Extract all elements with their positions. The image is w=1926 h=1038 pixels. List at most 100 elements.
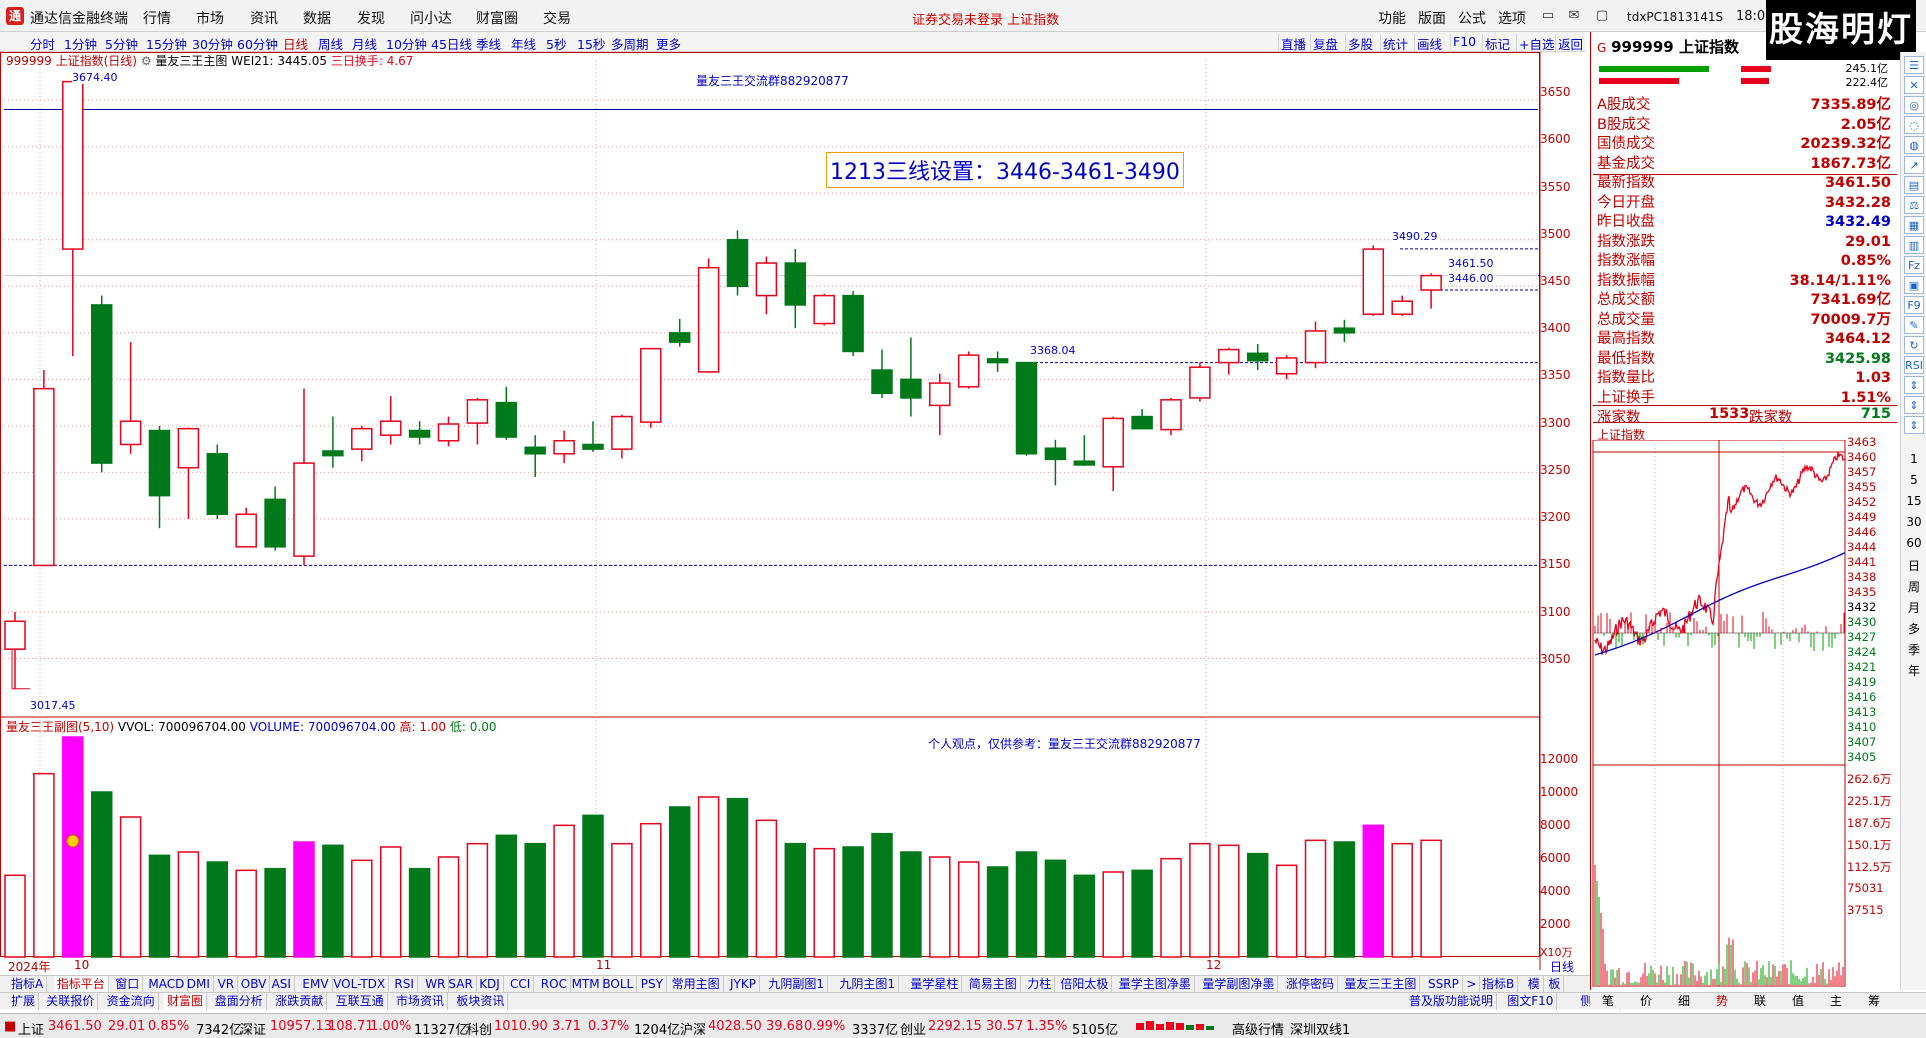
panel-tab[interactable]: 细 [1666, 993, 1702, 1010]
panel-tab[interactable]: 联 [1742, 993, 1778, 1010]
kline-chart-area[interactable]: 999999 上证指数(日线) ⚙ 量友三王主图 WEI21: 3445.05 … [0, 52, 1590, 974]
indicator-tab[interactable]: 窗口 [112, 976, 144, 993]
mail-icon[interactable]: ✉ [1566, 8, 1582, 24]
settings-icon[interactable]: ⚙ [141, 54, 152, 68]
indicator-tab[interactable]: 常用主图 [669, 976, 724, 993]
indicator-tab[interactable]: PSY [638, 976, 667, 993]
intraday-mini-chart[interactable] [1591, 440, 1846, 988]
period-fenshi[interactable]: 分时 [30, 34, 55, 53]
side-period-button[interactable]: 周 [1904, 578, 1924, 595]
add-watch-button[interactable]: +自选 [1516, 34, 1556, 53]
side-tool-icon[interactable]: ▦ [1904, 216, 1924, 234]
menu-zixun[interactable]: 资讯 [250, 8, 278, 28]
extension-tab[interactable]: 资金流向 [104, 993, 159, 1010]
indicator-tab[interactable]: 指标A [8, 976, 48, 993]
indicator-tab[interactable]: SSRP [1425, 976, 1463, 993]
side-tool-icon[interactable]: ↻ [1904, 336, 1924, 354]
indicator-tab[interactable]: 量学星柱 [907, 976, 963, 993]
extension-tab[interactable]: 普及版功能说明 [1406, 993, 1498, 1010]
extension-tab[interactable]: 市场资讯 [393, 993, 449, 1010]
menu-hangqing[interactable]: 行情 [143, 8, 171, 28]
monitor-icon[interactable]: ▢ [1594, 8, 1610, 24]
period-5min[interactable]: 5分钟 [105, 34, 138, 53]
period-5sec[interactable]: 5秒 [546, 34, 566, 53]
kline-chart[interactable] [0, 52, 1590, 970]
indicator-tab[interactable]: 简易主图 [966, 976, 1021, 993]
extension-tab[interactable]: 互联互通 [333, 993, 388, 1010]
indicator-tab[interactable]: VOL-TDX [330, 976, 390, 993]
extension-tab[interactable]: 扩展 [8, 993, 40, 1010]
side-tool-icon[interactable]: ◎ [1904, 96, 1924, 114]
menu-jiaoyi[interactable]: 交易 [543, 8, 571, 28]
side-tool-icon[interactable]: RSI [1904, 356, 1924, 374]
side-tool-icon[interactable]: ⇕ [1904, 396, 1924, 414]
side-tool-icon[interactable]: ☰ [1904, 56, 1924, 74]
menu-banmian[interactable]: 版面 [1418, 8, 1446, 28]
indicator-tab[interactable]: MTM [569, 976, 604, 993]
indicator-tab[interactable]: JYKP [727, 976, 760, 993]
indicator-tab[interactable]: 倍阳太极 [1057, 976, 1113, 993]
side-tool-icon[interactable]: ▣ [1904, 276, 1924, 294]
side-period-button[interactable]: 15 [1904, 494, 1924, 508]
side-period-button[interactable]: 30 [1904, 515, 1924, 529]
extension-tab[interactable]: 盘面分析 [212, 993, 267, 1010]
live-button[interactable]: 直播 [1278, 34, 1308, 53]
indicator-tab[interactable]: OBV [238, 976, 271, 993]
indicator-tab[interactable]: 模 [1525, 976, 1544, 993]
period-year[interactable]: 年线 [511, 34, 536, 53]
period-45day[interactable]: 45日线 [431, 34, 472, 53]
indicator-tab[interactable]: KDJ [476, 976, 504, 993]
side-tool-icon[interactable]: ▤ [1904, 176, 1924, 194]
panel-tab[interactable]: 主 [1818, 993, 1854, 1010]
period-multi[interactable]: 多周期 [611, 34, 649, 53]
panel-tab[interactable]: 笔 [1590, 993, 1626, 1010]
stats-button[interactable]: 统计 [1380, 34, 1410, 53]
replay-button[interactable]: 复盘 [1310, 34, 1340, 53]
indicator-tab[interactable]: VR [215, 976, 239, 993]
indicator-tab[interactable]: 九阴副图1 [765, 976, 829, 993]
menu-shichang[interactable]: 市场 [196, 8, 224, 28]
extension-tab[interactable]: 财富圈 [164, 993, 208, 1010]
period-more[interactable]: 更多 [656, 34, 681, 53]
indicator-tab[interactable]: CCI [507, 976, 535, 993]
extension-tab[interactable]: 涨跌贡献 [272, 993, 328, 1010]
indicator-tab[interactable]: 量学主图净墨 [1116, 976, 1195, 993]
side-tool-icon[interactable]: ✕ [1904, 76, 1924, 94]
indicator-tab[interactable]: 指标平台 [53, 976, 109, 993]
extension-tab[interactable]: 板块资讯 [453, 993, 509, 1010]
side-period-button[interactable]: 多 [1904, 620, 1924, 637]
indicator-tab[interactable]: EMV [299, 976, 333, 993]
indicator-tab[interactable]: RSI [391, 976, 418, 993]
side-tool-icon[interactable]: ⚖ [1904, 196, 1924, 214]
multi-stock-button[interactable]: 多股 [1345, 34, 1375, 53]
mark-button[interactable]: 标记 [1482, 34, 1512, 53]
period-10min[interactable]: 10分钟 [386, 34, 427, 53]
period-60min[interactable]: 60分钟 [237, 34, 278, 53]
menu-wenxiaoda[interactable]: 问小达 [410, 8, 452, 28]
back-button[interactable]: 返回 [1555, 34, 1585, 53]
indicator-tab[interactable]: BOLL [599, 976, 638, 993]
draw-line-button[interactable]: 画线 [1414, 34, 1444, 53]
panel-tab[interactable]: 筹 [1856, 993, 1892, 1010]
minimize-icon[interactable]: ▭ [1540, 8, 1556, 24]
f10-button[interactable]: F10 [1450, 34, 1478, 49]
side-tool-icon[interactable]: ✎ [1904, 316, 1924, 334]
indicator-tab[interactable]: 九阴主图1 [836, 976, 900, 993]
extension-tab[interactable]: 关联报价 [43, 993, 99, 1010]
period-15min[interactable]: 15分钟 [146, 34, 187, 53]
menu-shuju[interactable]: 数据 [303, 8, 331, 28]
side-tool-icon[interactable]: ◍ [1904, 136, 1924, 154]
side-tool-icon[interactable]: ◌ [1904, 116, 1924, 134]
side-period-button[interactable]: 1 [1904, 452, 1924, 466]
side-period-button[interactable]: 60 [1904, 536, 1924, 550]
side-period-button[interactable]: 月 [1904, 599, 1924, 616]
period-30min[interactable]: 30分钟 [192, 34, 233, 53]
menu-caifuquan[interactable]: 财富圈 [476, 8, 518, 28]
period-season[interactable]: 季线 [476, 34, 501, 53]
menu-faxian[interactable]: 发现 [357, 8, 385, 28]
menu-gongneng[interactable]: 功能 [1378, 8, 1406, 28]
side-tool-icon[interactable]: ⇕ [1904, 416, 1924, 434]
indicator-tab[interactable]: 量友三王主图 [1341, 976, 1421, 993]
extension-tab[interactable]: 图文F10 [1504, 993, 1558, 1010]
panel-tab[interactable]: 价 [1628, 993, 1664, 1010]
